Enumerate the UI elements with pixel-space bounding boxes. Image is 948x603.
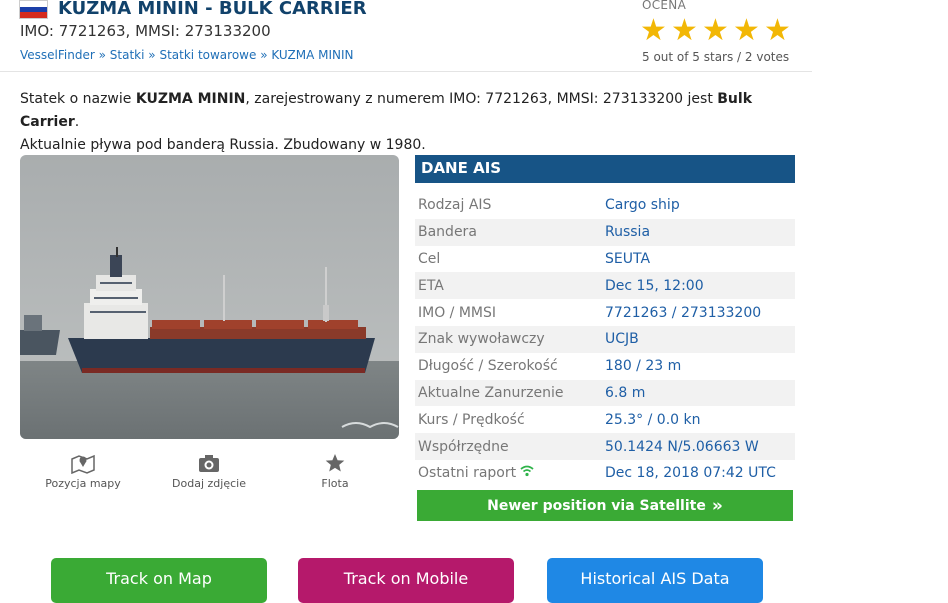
breadcrumb-separator: » xyxy=(260,48,268,62)
page-title: KUZMA MININ - BULK CARRIER xyxy=(58,0,367,19)
rating-label: OCENA xyxy=(642,0,687,12)
ais-row: IMO / MMSI 7721263 / 273133200 xyxy=(415,299,795,326)
ais-row: Kurs / Prędkość 25.3° / 0.0 kn xyxy=(415,406,795,433)
vessel-photo[interactable] xyxy=(20,155,399,439)
ais-data-table: Rodzaj AIS Cargo ship Bandera Russia Cel SE… xyxy=(415,192,795,487)
ais-value: 50.1424 N/5.06663 W xyxy=(605,438,759,455)
star-icon xyxy=(325,454,345,472)
star-icon[interactable]: ★ xyxy=(640,14,671,48)
historical-ais-data-button[interactable]: Historical AIS Data xyxy=(547,558,763,603)
ais-value: 7721263 / 273133200 xyxy=(605,304,762,321)
breadcrumb-link-current[interactable]: KUZMA MININ xyxy=(271,48,353,62)
map-pin-icon xyxy=(71,454,95,474)
ais-value: Dec 15, 12:00 xyxy=(605,277,704,294)
ais-label: Znak wywoławczy xyxy=(418,331,545,348)
breadcrumb-link-statki-towarowe[interactable]: Statki towarowe xyxy=(159,48,256,62)
map-position-label: Pozycja mapy xyxy=(45,477,121,490)
ais-label: Kurs / Prędkość xyxy=(418,411,525,428)
signal-icon xyxy=(520,465,534,481)
breadcrumb: VesselFinder » Statki » Statki towarowe … xyxy=(20,48,353,62)
ais-value: 25.3° / 0.0 kn xyxy=(605,411,701,428)
ais-label: Cel xyxy=(418,250,441,267)
description-text: Statek o nazwie xyxy=(20,91,136,107)
ais-value: UCJB xyxy=(605,331,639,348)
star-icon[interactable]: ★ xyxy=(733,14,764,48)
description-text: . xyxy=(74,114,80,130)
star-icon[interactable]: ★ xyxy=(671,14,702,48)
ais-label: Bandera xyxy=(418,224,477,241)
ais-value: SEUTA xyxy=(605,250,651,267)
description-vessel-name: KUZMA MININ xyxy=(135,91,246,107)
vessel-description: Statek o nazwie KUZMA MININ, zarejestrow… xyxy=(20,88,800,157)
photo-actions: Pozycja mapy Dodaj zdjęcie Flota xyxy=(20,452,399,502)
fleet-label: Flota xyxy=(321,477,349,490)
camera-icon xyxy=(199,455,219,472)
ais-panel-title: DANE AIS xyxy=(415,155,795,180)
map-position-button[interactable]: Pozycja mapy xyxy=(20,452,146,490)
double-chevron-right-icon: » xyxy=(711,495,723,516)
ais-value: Cargo ship xyxy=(605,197,680,214)
ais-row: Cel SEUTA xyxy=(415,246,795,273)
star-icon[interactable]: ★ xyxy=(764,14,795,48)
ais-row: Długość / Szerokość 180 / 23 m xyxy=(415,353,795,380)
ais-label: Aktualne Zanurzenie xyxy=(418,384,564,401)
ais-row: Współrzędne 50.1424 N/5.06663 W xyxy=(415,433,795,460)
fleet-button[interactable]: Flota xyxy=(272,452,398,490)
breadcrumb-link-vesselfinder[interactable]: VesselFinder xyxy=(20,48,95,62)
ais-label: ETA xyxy=(418,277,444,294)
track-on-map-button[interactable]: Track on Map xyxy=(51,558,267,603)
star-icon[interactable]: ★ xyxy=(702,14,733,48)
newer-position-satellite-button[interactable]: Newer position via Satellite » xyxy=(417,490,793,521)
description-text: , zarejestrowany z numerem IMO: 7721263,… xyxy=(245,91,718,107)
ais-label: Współrzędne xyxy=(418,438,509,455)
ais-value: Russia xyxy=(605,224,651,241)
add-photo-button[interactable]: Dodaj zdjęcie xyxy=(146,452,272,490)
ais-label: Rodzaj AIS xyxy=(418,197,492,214)
description-text: Aktualnie pływa pod banderą Russia. Zbud… xyxy=(20,137,426,153)
vessel-identifiers: IMO: 7721263, MMSI: 273133200 xyxy=(20,22,271,40)
rating-stars[interactable]: ★ ★ ★ ★ ★ xyxy=(640,14,795,48)
breadcrumb-link-statki[interactable]: Statki xyxy=(110,48,145,62)
ais-label: Ostatni raport xyxy=(415,465,605,481)
ais-row: Aktualne Zanurzenie 6.8 m xyxy=(415,379,795,407)
add-photo-label: Dodaj zdjęcie xyxy=(172,477,246,490)
rating-summary: 5 out of 5 stars / 2 votes xyxy=(642,50,790,64)
ais-value: Dec 18, 2018 07:42 UTC xyxy=(605,465,776,482)
ais-panel-divider xyxy=(415,180,795,183)
ais-value: 6.8 m xyxy=(605,384,646,401)
russia-flag-icon xyxy=(19,0,48,19)
ais-label: Długość / Szerokość xyxy=(418,358,558,375)
ais-row: Rodzaj AIS Cargo ship xyxy=(415,192,795,219)
ais-value: 180 / 23 m xyxy=(605,358,682,375)
ais-label: IMO / MMSI xyxy=(418,304,497,321)
ais-label-text: Ostatni raport xyxy=(418,465,517,482)
header-divider xyxy=(0,71,812,72)
ais-row: Ostatni raport Dec 18, 2018 07:42 UTC xyxy=(415,460,795,487)
ais-row: ETA Dec 15, 12:00 xyxy=(415,272,795,300)
ais-row: Bandera Russia xyxy=(415,218,795,246)
satellite-button-label: Newer position via Satellite xyxy=(487,497,706,514)
breadcrumb-separator: » xyxy=(98,48,106,62)
track-on-mobile-button[interactable]: Track on Mobile xyxy=(298,558,514,603)
breadcrumb-separator: » xyxy=(148,48,156,62)
ais-row: Znak wywoławczy UCJB xyxy=(415,325,795,353)
